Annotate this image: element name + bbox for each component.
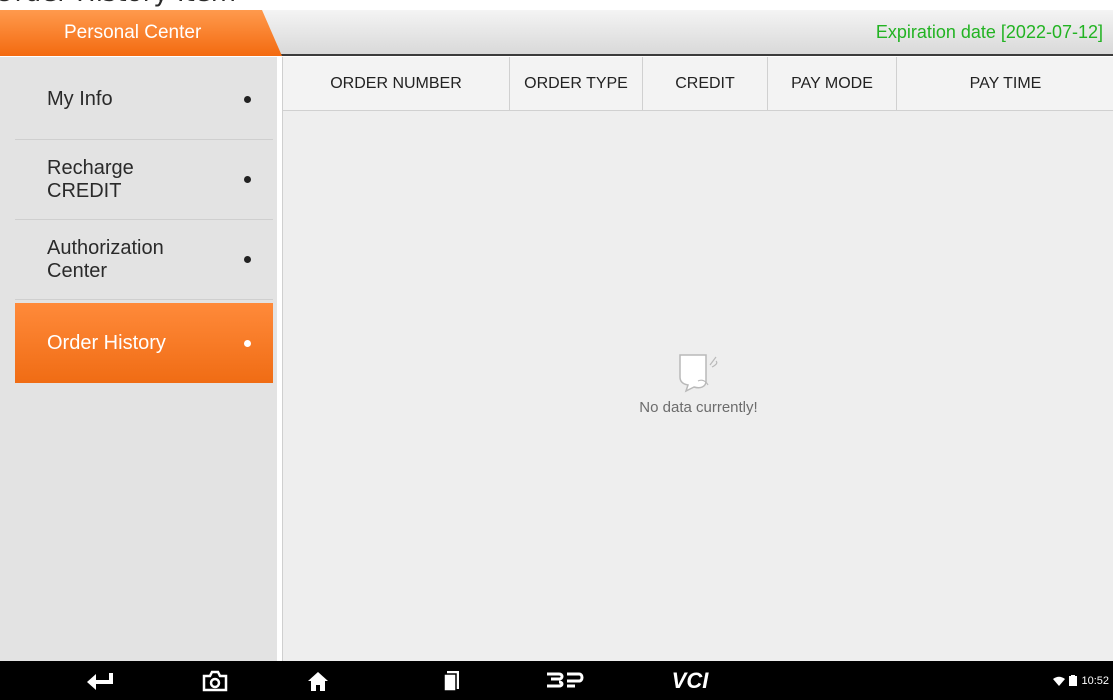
bullet-icon	[244, 96, 251, 103]
sidebar-item-my-info[interactable]: My Info	[15, 60, 273, 140]
sidebar: My Info Recharge CREDIT Authorization Ce…	[0, 57, 277, 661]
sidebar-item-label: My Info	[47, 88, 113, 110]
empty-state-text: No data currently!	[639, 399, 758, 416]
expiration-date: Expiration date [2022-07-12]	[875, 22, 1103, 42]
column-header-order-type[interactable]: ORDER TYPE	[510, 57, 643, 110]
sidebar-item-label: Recharge CREDIT	[47, 156, 134, 202]
sidebar-item-label: Order History	[47, 331, 166, 354]
table-header: ORDER NUMBER ORDER TYPE CREDIT PAY MODE …	[283, 57, 1113, 111]
wifi-icon	[1053, 676, 1066, 686]
empty-document-icon	[679, 354, 718, 393]
vci-button[interactable]: VCI	[660, 661, 720, 700]
camera-icon[interactable]	[195, 661, 235, 700]
status-bar: 10:52	[1053, 661, 1109, 700]
home-icon[interactable]	[298, 661, 338, 700]
top-caption-fragment: Order History Item	[0, 0, 1107, 8]
page-title: Personal Center	[64, 22, 202, 43]
system-navigation-bar: VCI 10:52	[0, 661, 1113, 700]
column-header-pay-time[interactable]: PAY TIME	[897, 57, 1113, 110]
sidebar-item-label: Authorization Center	[47, 236, 164, 282]
sidebar-item-recharge-credit[interactable]: Recharge CREDIT	[15, 140, 273, 220]
dp-logo-icon[interactable]	[535, 661, 595, 700]
back-icon[interactable]	[80, 661, 120, 700]
column-header-pay-mode[interactable]: PAY MODE	[768, 57, 897, 110]
column-header-order-number[interactable]: ORDER NUMBER	[283, 57, 510, 110]
sidebar-item-authorization-center[interactable]: Authorization Center	[15, 220, 273, 300]
vci-label: VCI	[671, 667, 709, 693]
sidebar-item-order-history[interactable]: Order History	[15, 303, 273, 383]
battery-icon	[1069, 675, 1078, 686]
order-history-panel: ORDER NUMBER ORDER TYPE CREDIT PAY MODE …	[282, 57, 1113, 661]
bullet-icon	[244, 176, 251, 183]
recent-apps-icon[interactable]	[432, 661, 472, 700]
clock-time: 10:52	[1081, 674, 1109, 687]
bullet-icon	[244, 339, 251, 347]
column-header-credit[interactable]: CREDIT	[643, 57, 768, 110]
bullet-icon	[244, 256, 251, 263]
